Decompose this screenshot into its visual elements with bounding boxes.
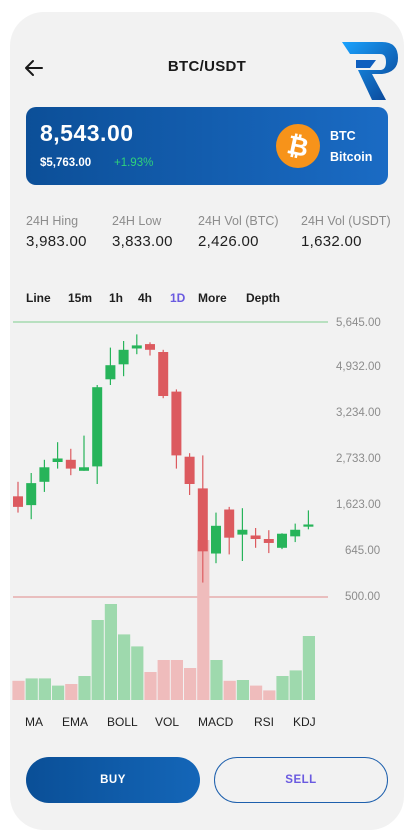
candle-body xyxy=(26,483,37,506)
candlestick-chart[interactable]: 5,645.00 4,932.00 3,234.00 2,733.00 1,62… xyxy=(10,312,404,704)
candle-body xyxy=(118,349,129,365)
volume-bar xyxy=(170,660,183,700)
candle-body xyxy=(158,352,169,396)
volume-bar xyxy=(302,636,315,700)
volume-bar xyxy=(289,670,302,700)
r-brand-logo xyxy=(342,42,398,100)
candle-body xyxy=(145,344,155,350)
stat-label: 24H Hing xyxy=(26,214,79,228)
indicator-kdj[interactable]: KDJ xyxy=(293,715,316,729)
y-tick-label: 3,234.00 xyxy=(336,407,381,419)
volume-bar xyxy=(78,676,91,700)
volume-bar xyxy=(65,684,78,700)
volume-bar xyxy=(25,678,38,700)
y-tick-label: 2,733.00 xyxy=(336,453,381,465)
candle-body xyxy=(184,456,195,484)
y-tick-label: 1,623.00 xyxy=(336,499,381,511)
phone-screen: BTC/USDT 8,543.00 $5,763.00 +1.93% ₿ BTC… xyxy=(10,12,404,830)
stat-24h-low: 24H Low 3,833.00 xyxy=(112,214,173,250)
tab-4h[interactable]: 4h xyxy=(138,291,152,305)
y-tick-label: 500.00 xyxy=(345,591,380,603)
volume-bar xyxy=(250,685,263,700)
bitcoin-icon: ₿ xyxy=(276,124,320,168)
indicator-boll[interactable]: BOLL xyxy=(107,715,138,729)
tab-line[interactable]: Line xyxy=(26,291,51,305)
indicator-ma[interactable]: MA xyxy=(25,715,43,729)
volume-bar xyxy=(276,676,289,700)
stat-value: 3,833.00 xyxy=(112,233,173,250)
candle-body xyxy=(211,525,221,554)
indicator-vol[interactable]: VOL xyxy=(155,715,179,729)
volume-bar xyxy=(263,690,276,700)
indicator-rsi[interactable]: RSI xyxy=(254,715,274,729)
candle-body xyxy=(79,467,89,471)
candle-body xyxy=(92,387,103,467)
tab-1h[interactable]: 1h xyxy=(109,291,123,305)
price-change: +1.93% xyxy=(114,157,154,169)
stat-value: 1,632.00 xyxy=(301,233,362,250)
sell-button[interactable]: SELL xyxy=(214,757,388,803)
candle-body xyxy=(250,535,261,539)
indicator-macd[interactable]: MACD xyxy=(198,715,233,729)
volume-bar xyxy=(184,668,197,700)
candle-body xyxy=(39,467,50,482)
candle-body xyxy=(263,539,274,543)
volume-bar xyxy=(236,680,249,700)
stat-label: 24H Vol (BTC) xyxy=(198,214,279,228)
y-tick-label: 4,932.00 xyxy=(336,361,381,373)
candle-body xyxy=(13,496,23,507)
y-tick-label: 645.00 xyxy=(345,545,380,557)
candle-body xyxy=(290,529,301,537)
buy-button[interactable]: BUY xyxy=(26,757,200,803)
candle-body xyxy=(65,459,76,469)
volume-bar xyxy=(223,680,236,700)
candle-body xyxy=(303,524,314,527)
stat-value: 3,983.00 xyxy=(26,233,87,250)
tab-1d[interactable]: 1D xyxy=(170,291,185,305)
tab-depth[interactable]: Depth xyxy=(246,291,280,305)
volume-bar xyxy=(157,660,170,700)
stat-label: 24H Vol (USDT) xyxy=(301,214,391,228)
volume-bar xyxy=(52,685,65,700)
candle-body xyxy=(237,529,248,535)
candle-body xyxy=(277,533,287,548)
indicator-ema[interactable]: EMA xyxy=(62,715,88,729)
y-tick-label: 5,645.00 xyxy=(336,317,381,329)
volume-bar xyxy=(131,646,144,700)
coin-name: Bitcoin xyxy=(330,150,373,164)
candle-body xyxy=(197,488,208,552)
candle-body xyxy=(131,345,142,349)
stat-24h-vol-btc: 24H Vol (BTC) 2,426.00 xyxy=(198,214,279,250)
candle-body xyxy=(224,509,235,538)
stat-label: 24H Low xyxy=(112,214,162,228)
usd-value: $5,763.00 xyxy=(40,157,92,169)
stat-24h-vol-usdt: 24H Vol (USDT) 1,632.00 xyxy=(301,214,391,250)
tab-15m[interactable]: 15m xyxy=(68,291,92,305)
stat-value: 2,426.00 xyxy=(198,233,259,250)
volume-bar xyxy=(144,672,157,700)
current-price: 8,543.00 xyxy=(40,120,134,146)
price-card: 8,543.00 $5,763.00 +1.93% ₿ BTC Bitcoin xyxy=(26,107,388,185)
volume-bar xyxy=(118,634,131,700)
volume-bar xyxy=(38,678,51,700)
volume-bar xyxy=(12,680,25,700)
volume-bar xyxy=(91,620,104,700)
header: BTC/USDT xyxy=(10,12,404,112)
volume-bar xyxy=(210,660,223,700)
stat-24h-high: 24H Hing 3,983.00 xyxy=(26,214,87,250)
candle-body xyxy=(105,365,116,380)
tab-more[interactable]: More xyxy=(198,291,227,305)
candle-body xyxy=(52,458,63,462)
coin-symbol: BTC xyxy=(330,129,356,143)
candle-body xyxy=(171,391,182,456)
volume-bar xyxy=(104,604,117,700)
